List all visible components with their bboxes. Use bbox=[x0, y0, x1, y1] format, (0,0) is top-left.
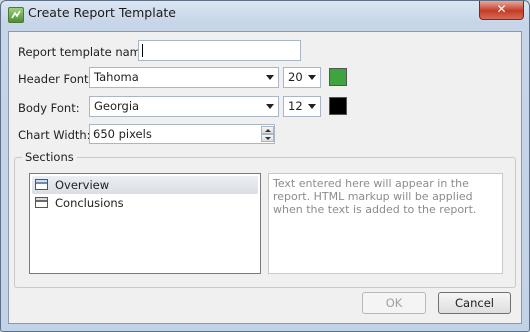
chevron-down-icon bbox=[266, 75, 274, 80]
chevron-down-icon bbox=[308, 75, 316, 80]
body-font-label: Body Font: bbox=[18, 101, 80, 115]
report-name-input[interactable] bbox=[138, 40, 301, 61]
window-title: Create Report Template bbox=[28, 5, 176, 20]
header-font-select[interactable]: Tahoma bbox=[89, 67, 279, 88]
body-color-swatch[interactable] bbox=[329, 97, 347, 115]
list-item-conclusions[interactable]: Conclusions bbox=[32, 194, 258, 212]
title-bar[interactable]: Create Report Template ✕ bbox=[1, 1, 529, 25]
create-report-template-dialog: Create Report Template ✕ Report template… bbox=[0, 0, 530, 332]
app-icon bbox=[8, 7, 24, 23]
section-icon bbox=[35, 197, 48, 208]
close-button[interactable]: ✕ bbox=[479, 1, 524, 20]
header-size-value: 20 bbox=[288, 70, 303, 84]
text-caret bbox=[142, 44, 143, 57]
chevron-down-icon bbox=[308, 104, 316, 109]
list-item-label: Conclusions bbox=[55, 196, 124, 210]
chart-width-spinner[interactable]: 650 pixels bbox=[89, 124, 275, 144]
body-size-value: 12 bbox=[288, 99, 303, 113]
chevron-down-icon bbox=[266, 104, 274, 109]
spin-down-icon[interactable] bbox=[261, 134, 274, 142]
cancel-button[interactable]: Cancel bbox=[438, 292, 511, 314]
section-icon bbox=[35, 179, 48, 190]
chart-width-label: Chart Width: bbox=[18, 128, 91, 142]
header-font-label: Header Font: bbox=[18, 72, 93, 86]
body-font-select[interactable]: Georgia bbox=[89, 96, 279, 117]
ok-button[interactable]: OK bbox=[362, 292, 426, 314]
section-text-area[interactable]: Text entered here will appear in the rep… bbox=[268, 173, 503, 274]
report-name-label: Report template name: bbox=[18, 45, 152, 59]
header-size-select[interactable]: 20 bbox=[283, 67, 321, 88]
header-color-swatch[interactable] bbox=[329, 68, 347, 86]
section-text-placeholder: Text entered here will appear in the rep… bbox=[273, 177, 477, 216]
spinner-buttons[interactable] bbox=[261, 126, 275, 143]
sections-group-label: Sections bbox=[22, 150, 77, 164]
spin-up-icon[interactable] bbox=[261, 126, 274, 134]
body-size-select[interactable]: 12 bbox=[283, 96, 321, 117]
body-font-value: Georgia bbox=[94, 99, 140, 113]
list-item-overview[interactable]: Overview bbox=[32, 176, 258, 194]
header-font-value: Tahoma bbox=[94, 70, 139, 84]
dialog-body: Report template name: Header Font: Tahom… bbox=[8, 31, 522, 324]
list-item-label: Overview bbox=[55, 178, 110, 192]
chart-width-value: 650 pixels bbox=[93, 127, 152, 141]
sections-list[interactable]: Overview Conclusions bbox=[29, 173, 261, 274]
